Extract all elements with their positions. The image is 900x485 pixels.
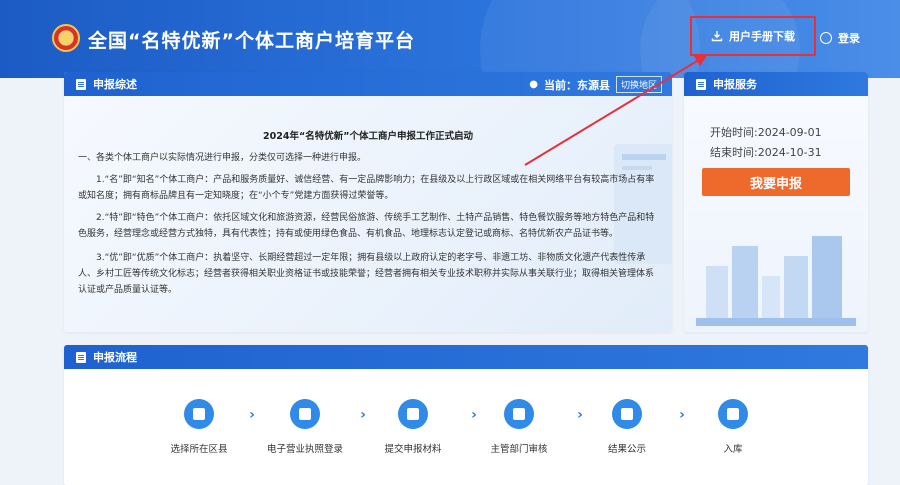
process-panel: 申报流程 选择所在区县 › 电子营业执照登录 › 提交申报材料 › 主管部门审核… (64, 345, 868, 485)
enter-icon (184, 399, 214, 429)
process-step: 入库 (678, 399, 788, 455)
document-icon (696, 78, 706, 90)
storage-icon (718, 399, 748, 429)
site-header: 全国“名特优新”个体工商户培育平台 用户手册下载 登录 (0, 0, 900, 78)
overview-panel: 申报综述 ● 当前：东源县 切换地区 2024年“名特优新”个体工商户申报工作正… (64, 72, 672, 332)
process-step: 选择所在区县 (144, 399, 254, 455)
notice-paragraph: 3.“优”即“优质”个体工商户：执着坚守、长期经营超过一定年限；拥有县级以上政府… (78, 253, 655, 295)
process-header: 申报流程 (64, 345, 868, 369)
process-title: 申报流程 (93, 351, 137, 364)
login-label: 登录 (838, 32, 860, 45)
overview-content: 2024年“名特优新”个体工商户申报工作正式启动 一、各类个体工商户以实际情况进… (64, 96, 672, 332)
overview-header: 申报综述 ● 当前：东源县 切换地区 (64, 72, 672, 96)
notice-title: 2024年“名特优新”个体工商户申报工作正式启动 (263, 131, 473, 142)
step-label: 主管部门审核 (490, 444, 548, 455)
manual-download-label: 用户手册下载 (729, 30, 795, 43)
review-icon (504, 399, 534, 429)
process-step: 电子营业执照登录 (250, 399, 360, 455)
apply-button[interactable]: 我要申报 (702, 168, 850, 196)
city-illustration (696, 236, 856, 326)
notice-paragraph: 一、各类个体工商户以实际情况进行申报，分类仅可选择一种进行申报。 (78, 153, 367, 163)
login-button[interactable]: 登录 (820, 30, 860, 46)
user-key-icon (290, 399, 320, 429)
process-step: 主管部门审核 (464, 399, 574, 455)
service-title: 申报服务 (713, 78, 757, 91)
start-time: 开始时间:2024-09-01 (710, 126, 822, 139)
service-header: 申报服务 (684, 72, 868, 96)
publish-icon (612, 399, 642, 429)
step-label: 入库 (723, 444, 743, 455)
download-icon (711, 31, 723, 42)
current-location: 当前：东源县 (543, 78, 610, 92)
flow-icon (76, 351, 86, 363)
service-panel: 申报服务 开始时间:2024-09-01 结束时间:2024-10-31 我要申… (684, 72, 868, 332)
user-icon (820, 32, 832, 44)
service-content: 开始时间:2024-09-01 结束时间:2024-10-31 我要申报 (684, 96, 868, 332)
process-content: 选择所在区县 › 电子营业执照登录 › 提交申报材料 › 主管部门审核 › 结果… (64, 369, 868, 485)
switch-region-button[interactable]: 切换地区 (615, 76, 662, 93)
step-label: 提交申报材料 (384, 444, 442, 455)
location-pin-icon: ● (529, 79, 538, 90)
notice-paragraph: 2.“特”即“特色”个体工商户：依托区域文化和旅游资源，经营民俗旅游、传统手工艺… (78, 213, 655, 239)
notice-paragraph: 1.“名”即“知名”个体工商户：产品和服务质量好、诚信经营、有一定品牌影响力；在… (78, 175, 655, 201)
process-step: 提交申报材料 (358, 399, 468, 455)
site-title: 全国“名特优新”个体工商户培育平台 (88, 30, 415, 52)
process-step: 结果公示 (572, 399, 682, 455)
step-label: 选择所在区县 (170, 444, 228, 455)
national-emblem-icon (52, 24, 80, 52)
step-label: 电子营业执照登录 (266, 444, 343, 455)
end-time: 结束时间:2024-10-31 (710, 146, 822, 159)
edit-doc-icon (398, 399, 428, 429)
step-label: 结果公示 (607, 444, 646, 455)
overview-title: 申报综述 (93, 78, 137, 91)
manual-download-button[interactable]: 用户手册下载 (690, 16, 816, 56)
document-icon (76, 78, 86, 90)
location-bar: ● 当前：东源县 切换地区 (529, 76, 662, 93)
